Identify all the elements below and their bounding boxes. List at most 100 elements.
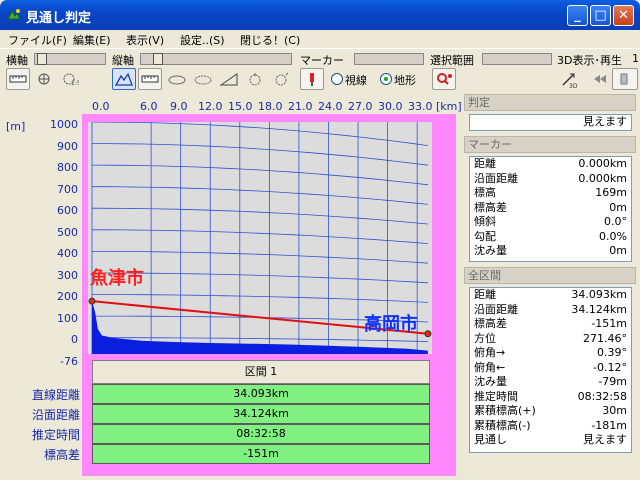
- y-tick-label: 800: [57, 161, 78, 174]
- section-row-value: -151m: [92, 444, 430, 464]
- all-section-header: 全区間: [464, 267, 636, 284]
- profile-chart: [m] 0.0 6.0 9.0 12.0 15.0 18.0 21.0 24.0 27.0 30.…: [0, 92, 462, 480]
- x-tick-label: 27.0: [348, 100, 373, 113]
- slope-icon: [219, 73, 238, 86]
- info-value: 34.124km: [571, 302, 627, 316]
- info-row: 傾斜 0.0°: [470, 215, 631, 230]
- info-key: 見通し: [474, 433, 507, 446]
- info-key: 標高差: [474, 317, 507, 330]
- info-key: 距離: [474, 157, 496, 170]
- cloud-icon: [168, 75, 186, 85]
- zoom-scale-button[interactable]: 1:5: [58, 68, 82, 90]
- y-tick-label: 500: [57, 225, 78, 239]
- y-tick-label: 900: [57, 139, 78, 153]
- judge-box: 見えます: [469, 114, 632, 131]
- info-value: -0.12°: [593, 360, 627, 374]
- marker-right-button[interactable]: [268, 68, 292, 90]
- menu-view[interactable]: 表示(V): [126, 32, 164, 48]
- maximize-button[interactable]: □: [590, 5, 611, 26]
- info-value: 169m: [595, 186, 627, 199]
- x-tick-label: 24.0: [318, 100, 343, 113]
- cloud-alt-button[interactable]: [190, 68, 214, 90]
- info-row: 方位 271.46°: [470, 332, 631, 347]
- minimize-button[interactable]: _: [567, 5, 588, 26]
- menu-close[interactable]: 閉じる！(C): [240, 32, 300, 48]
- x-tick-label: 15.0: [228, 100, 253, 113]
- info-key: 沈み量: [474, 375, 507, 388]
- play-3d-button[interactable]: 3D: [557, 68, 581, 90]
- vertical-axis-slider[interactable]: [140, 53, 292, 65]
- info-row: 沈み量 0m: [470, 244, 631, 259]
- section-row-label: 標高差: [43, 448, 80, 462]
- radio-terrain-label: 地形: [394, 74, 416, 87]
- horizontal-axis-slider[interactable]: [34, 53, 106, 65]
- toolbar: 横軸 縦軸 マーカー 選択範囲 3D表示･再生 1 1:5 視線 地形 3D: [0, 48, 640, 92]
- marker-left-button[interactable]: [242, 68, 266, 90]
- info-row: 見通し 見えます: [470, 433, 631, 448]
- info-key: 方位: [474, 331, 496, 345]
- radio-terrain[interactable]: [380, 73, 392, 85]
- section-row-value: 34.124km: [92, 404, 430, 424]
- slope-button[interactable]: [216, 68, 240, 90]
- info-value: 0.39°: [597, 346, 627, 359]
- ruler-button[interactable]: [6, 68, 30, 90]
- x-tick-label: 12.0: [198, 100, 223, 113]
- x-tick-label: 0.0: [92, 100, 110, 113]
- window-title: 見通し判定: [26, 11, 92, 26]
- y-tick-label: 1000: [50, 118, 78, 131]
- info-value: 08:32:58: [577, 389, 627, 403]
- info-key: 距離: [474, 288, 496, 301]
- rewind-button[interactable]: [588, 68, 612, 90]
- info-value: -79m: [598, 375, 627, 388]
- info-panel: 判定 見えます マーカー 距離 0.000km 沿面距離 0.000km 標高 169m 標…: [462, 92, 640, 480]
- x-tick-label: 9.0: [170, 100, 188, 113]
- pin-icon: [310, 73, 314, 86]
- marker-pin-button[interactable]: [300, 68, 324, 90]
- play-button[interactable]: [612, 68, 638, 90]
- menu-settings[interactable]: 設定..(S): [180, 32, 225, 48]
- info-row: 距離 0.000km: [470, 157, 631, 172]
- radio-sightline-label: 視線: [345, 74, 367, 87]
- info-key: 標高: [474, 186, 496, 199]
- y-tick-label: 300: [57, 268, 78, 282]
- menu-edit[interactable]: 編集(E): [73, 32, 111, 48]
- menu-bar: ファイル(F) 編集(E) 表示(V) 設定..(S) 閉じる！(C): [0, 30, 640, 48]
- selection-range-label: 選択範囲: [430, 54, 474, 67]
- info-key: 累積標高(-): [474, 418, 531, 432]
- info-row: 勾配 0.0%: [470, 230, 631, 245]
- y-tick-label: 0: [71, 333, 78, 346]
- close-button[interactable]: ✕: [613, 5, 634, 26]
- info-key: 俯角←: [474, 360, 506, 374]
- zoom-fit-button[interactable]: [32, 68, 56, 90]
- info-row: 俯角→ 0.39°: [470, 346, 631, 361]
- menu-file[interactable]: ファイル(F): [8, 32, 67, 48]
- info-row: 標高 169m: [470, 186, 631, 201]
- flat-mode-button[interactable]: [138, 68, 162, 90]
- x-tick-label: 30.0: [378, 100, 403, 113]
- play-3d-extra: 1: [632, 52, 639, 65]
- selection-range-slider[interactable]: [482, 53, 552, 65]
- cloud-mode-button[interactable]: [164, 68, 188, 90]
- zoom-scale-icon: 1:5: [63, 73, 79, 87]
- info-key: 累積標高(+): [474, 404, 536, 417]
- play-icon: [620, 73, 628, 85]
- info-value: 271.46°: [583, 331, 627, 345]
- y-tick-label: 400: [57, 247, 78, 260]
- info-row: 沈み量 -79m: [470, 375, 631, 390]
- slider-knob[interactable]: [153, 53, 163, 65]
- terrain-mode-button[interactable]: [112, 68, 136, 90]
- title-bar[interactable]: 見通し判定 _ □ ✕: [0, 0, 640, 30]
- radio-sightline[interactable]: [331, 73, 343, 85]
- info-key: 標高差: [474, 200, 507, 214]
- info-key: 勾配: [474, 229, 496, 243]
- section-header[interactable]: 区間 1: [92, 360, 430, 384]
- select-range-button[interactable]: [432, 68, 456, 90]
- mountain-icon: [115, 72, 133, 86]
- marker-slider[interactable]: [354, 53, 424, 65]
- y-tick-label: -76: [60, 354, 78, 368]
- section-row-value: 34.093km: [92, 384, 430, 404]
- x-tick-label: 33.0: [408, 100, 433, 113]
- info-value: 30m: [602, 404, 627, 417]
- all-section-box: 距離 34.093km 沿面距離 34.124km 標高差 -151m 方位 271.46° 俯…: [469, 287, 632, 453]
- slider-knob[interactable]: [37, 53, 47, 65]
